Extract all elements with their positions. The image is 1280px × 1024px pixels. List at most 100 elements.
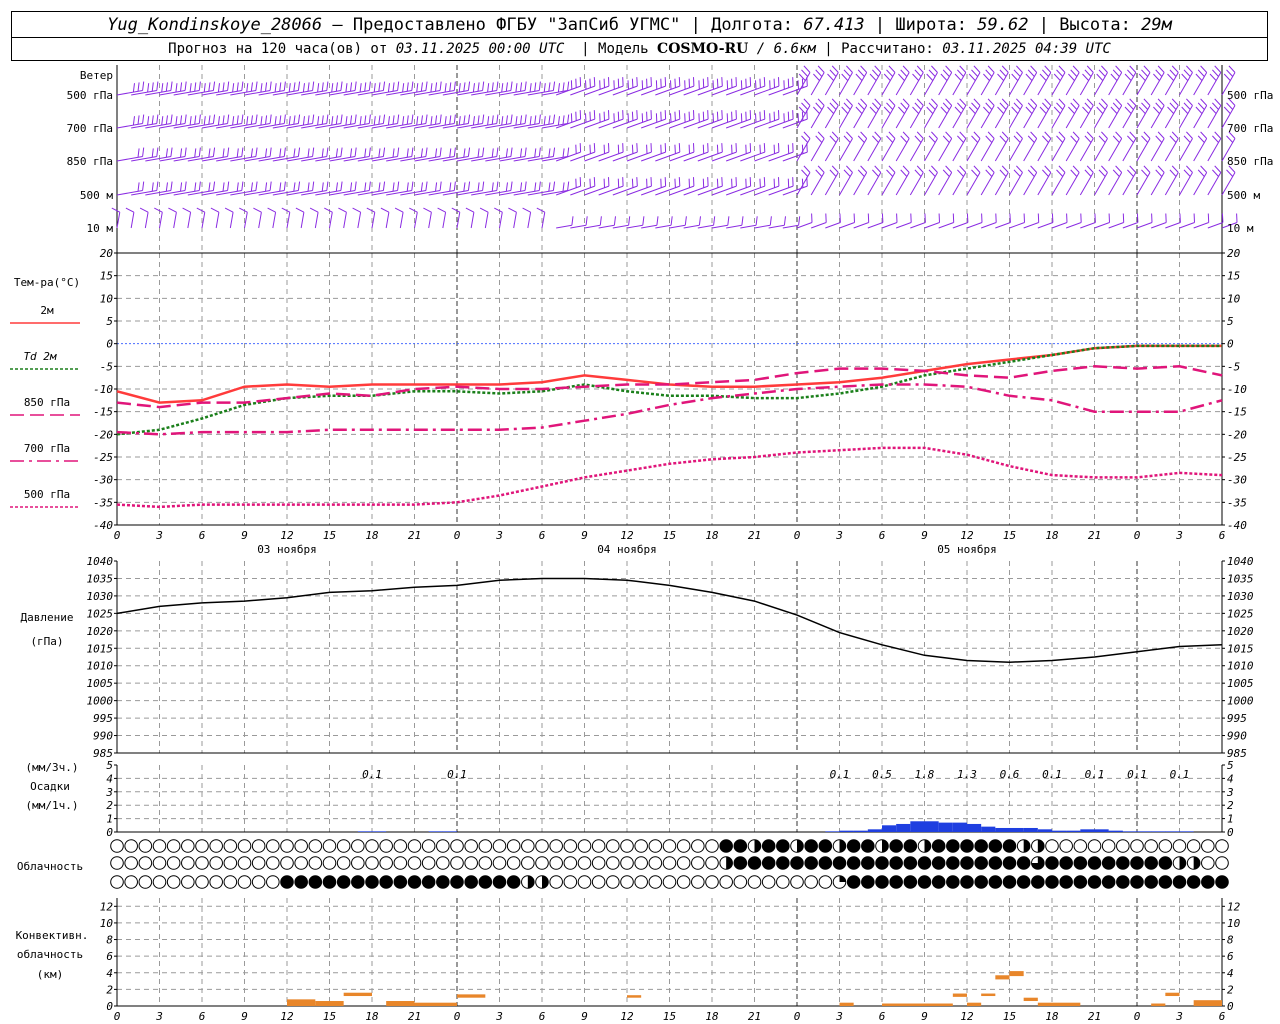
cloud-symbol <box>917 875 932 889</box>
cloud-symbol <box>1116 839 1130 853</box>
wind-barb <box>329 147 357 162</box>
wind-barb <box>286 147 315 162</box>
cloud-symbol <box>351 856 365 870</box>
wind-barb <box>1051 65 1066 96</box>
time-tick-label: 6 <box>199 1010 206 1023</box>
time-tick-label: 21 <box>1088 529 1101 542</box>
wind-barb <box>881 65 896 96</box>
cloud-symbol <box>421 875 436 889</box>
time-tick-label: 21 <box>408 1010 421 1023</box>
cloud-symbol <box>776 875 790 889</box>
cloud-symbol <box>1116 856 1130 870</box>
y-tick-label: 4 <box>106 772 113 785</box>
cloud-symbol <box>506 839 521 853</box>
y-tick-label: -10 <box>93 383 113 396</box>
wind-barb <box>994 131 1009 162</box>
wind-barb <box>1108 65 1123 96</box>
precip-bar <box>967 823 982 832</box>
precip-unit-bottom: (мм/1ч.) <box>26 799 79 812</box>
y-tick-label: 1035 <box>1227 572 1254 585</box>
cloud-symbol <box>790 856 804 870</box>
cloud-symbol <box>1201 875 1215 889</box>
wind-barb <box>966 213 983 229</box>
cloud-symbol <box>322 856 337 870</box>
cloud-symbol <box>931 856 946 870</box>
wind-barb <box>938 131 953 162</box>
wind-barb <box>782 110 808 129</box>
y-tick-label: 1025 <box>1227 607 1254 620</box>
convective-bar <box>1037 1002 1081 1006</box>
y-tick-label: 3 <box>105 786 113 799</box>
time-tick-label: 9 <box>581 1010 588 1023</box>
y-tick-label: 10 <box>100 917 114 930</box>
y-tick-label: 6 <box>106 950 113 963</box>
cloud-fill-sector <box>1037 839 1045 853</box>
precip-bar <box>867 829 882 832</box>
cloud-symbol <box>1201 856 1215 870</box>
time-tick-label: 3 <box>835 529 843 542</box>
wind-barb <box>324 207 333 229</box>
precip-bar <box>938 822 953 832</box>
convective-bar <box>287 999 316 1006</box>
cloud-symbol <box>1087 856 1102 870</box>
cloud-symbol <box>436 856 450 870</box>
wind-barb <box>1193 165 1208 196</box>
cloud-symbol <box>223 856 238 870</box>
time-tick-label: 15 <box>663 1010 676 1023</box>
wind-level-label: 700 гПа <box>1227 122 1273 135</box>
cloud-symbol <box>563 875 578 889</box>
wind-barb <box>437 207 447 229</box>
cloud-symbol <box>379 856 393 870</box>
wind-barb <box>1207 65 1222 96</box>
wind-level-label: 850 гПа <box>1227 155 1273 168</box>
cloud-symbol <box>195 839 209 853</box>
y-tick-label: 5 <box>1227 315 1234 328</box>
wind-barb <box>139 207 149 229</box>
y-tick-label: 0 <box>106 338 113 351</box>
cloud-symbol <box>1158 875 1173 889</box>
time-tick-label: 15 <box>323 1010 336 1023</box>
cloud-symbol <box>421 839 436 853</box>
precip-bar <box>1080 829 1095 832</box>
cloud-symbol <box>747 875 762 889</box>
convective-bar <box>457 994 486 998</box>
wind-barb <box>1065 165 1080 196</box>
cloud-symbol <box>1087 839 1102 853</box>
cloud-symbol <box>974 839 988 853</box>
cloud-symbol <box>492 856 507 870</box>
wind-barb <box>168 207 177 229</box>
cloud-symbol <box>166 839 181 853</box>
cloud-symbol <box>889 856 903 870</box>
cloud-symbol <box>351 839 365 853</box>
cloud-symbol <box>733 875 748 889</box>
y-tick-label: -25 <box>93 451 113 464</box>
wind-barb <box>414 114 442 129</box>
wind-barb <box>952 213 969 229</box>
cloud-symbol <box>181 875 195 889</box>
cloud-symbol <box>960 839 974 853</box>
cloud-symbol <box>988 875 1003 889</box>
y-tick-label: -20 <box>1227 428 1247 441</box>
wind-barb <box>1079 165 1094 196</box>
y-tick-label: 995 <box>93 712 113 725</box>
cloud-symbol <box>818 856 833 870</box>
wind-barb <box>1179 131 1193 162</box>
time-tick-label: 21 <box>748 1010 761 1023</box>
wind-barb <box>1164 131 1179 162</box>
cloud-symbol <box>266 875 280 889</box>
cloud-symbol <box>152 856 167 870</box>
cloud-symbol <box>691 856 705 870</box>
wind-barb <box>1193 65 1208 96</box>
cloud-symbol <box>436 839 450 853</box>
cloud-symbol <box>124 856 138 870</box>
wind-barb <box>853 65 868 96</box>
y-tick-label: 0 <box>1227 826 1234 839</box>
wind-barb <box>952 165 967 196</box>
wind-barb <box>810 165 825 196</box>
time-tick-label: 6 <box>1219 1010 1226 1023</box>
wind-level-label: 500 м <box>80 189 113 202</box>
y-tick-label: 1020 <box>87 625 114 638</box>
cloud-symbol <box>676 875 691 889</box>
time-tick-label: 0 <box>1134 1010 1141 1023</box>
wind-barb <box>796 65 811 96</box>
